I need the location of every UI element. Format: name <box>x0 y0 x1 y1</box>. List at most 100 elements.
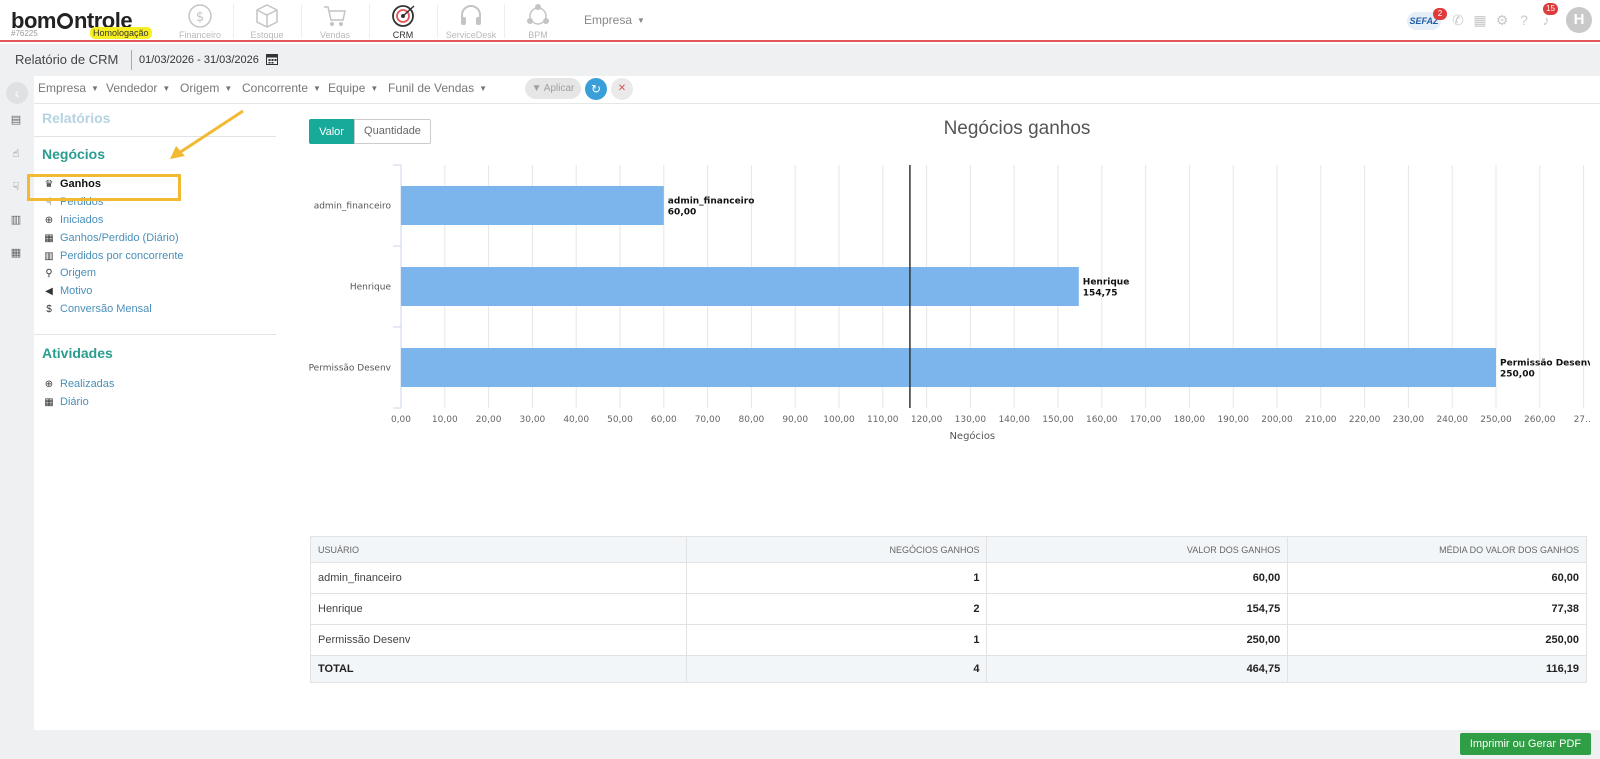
caret-down-icon: ▼ <box>162 84 171 93</box>
module-bpm[interactable]: BPM <box>505 3 571 40</box>
filter-origem[interactable]: Origem ▼ <box>180 81 232 95</box>
module-financeiro[interactable]: $ Financeiro <box>167 3 233 40</box>
menu-item-origem[interactable]: ⚲ Origem <box>42 267 96 283</box>
x-tick-label: 30,00 <box>520 415 546 425</box>
x-tick-label: 210,00 <box>1305 415 1337 425</box>
caret-down-icon: ▼ <box>370 84 379 93</box>
menu-item-label: Ganhos/Perdido (Diário) <box>60 232 179 244</box>
cell-media-do-valor: 250,00 <box>1287 624 1587 656</box>
menu-divider <box>34 334 276 335</box>
avatar[interactable]: H <box>1566 7 1592 33</box>
calendar-icon[interactable] <box>266 53 278 65</box>
data-label-value: 60,00 <box>668 208 696 218</box>
module-label: Financeiro <box>178 30 222 40</box>
module-label: BPM <box>528 30 548 40</box>
annotation-arrow-icon <box>170 109 244 159</box>
divider <box>131 50 132 70</box>
filter-vendedor[interactable]: Vendedor ▼ <box>106 81 170 95</box>
module-label: CRM <box>392 30 414 40</box>
menu-item-perdidos-por-concorrente[interactable]: ▥ Perdidos por concorrente <box>42 250 184 266</box>
data-label-name: Permissão Desenv <box>1500 359 1590 369</box>
table-total-row: TOTAL 4 464,75 116,19 <box>310 655 1587 683</box>
column-header-usuario[interactable]: USUÁRIO <box>310 536 687 563</box>
apply-filter-button[interactable]: ▼ Aplicar <box>525 78 581 99</box>
thumbs-down-icon[interactable]: ☟ <box>8 179 24 195</box>
reports-icon[interactable]: ▤ <box>8 112 24 128</box>
apply-label: Aplicar <box>543 83 575 94</box>
filter-equipe[interactable]: Equipe ▼ <box>328 81 378 95</box>
x-tick-label: 0,00 <box>391 415 411 425</box>
menu-item-realizadas[interactable]: ⊕ Realizadas <box>42 378 115 394</box>
calendar-icon: ▦ <box>44 233 54 244</box>
module-label: Vendas <box>319 30 351 40</box>
tab-quantidade[interactable]: Quantidade <box>354 119 431 144</box>
menu-title-relatorios[interactable]: Relatórios <box>42 110 110 126</box>
menu-item-iniciados[interactable]: ⊕ Iniciados <box>42 214 104 230</box>
report-header-bar: Relatório de CRM 01/03/2026 - 31/03/2026 <box>0 44 1600 76</box>
help-icon[interactable]: ? <box>1516 12 1532 28</box>
filter-label: Concorrente <box>242 81 309 95</box>
print-pdf-button[interactable]: Imprimir ou Gerar PDF <box>1460 733 1591 755</box>
gear-icon[interactable]: ⚙ <box>1494 12 1510 28</box>
cell-negocios-ganhos: 1 <box>685 624 988 656</box>
results-table: USUÁRIO NEGÓCIOS GANHOS VALOR DOS GANHOS… <box>310 536 1587 683</box>
cell-valor-dos-ganhos: 250,00 <box>986 624 1289 656</box>
footer-bar: Imprimir ou Gerar PDF <box>0 730 1600 759</box>
table-header-row: USUÁRIO NEGÓCIOS GANHOS VALOR DOS GANHOS… <box>310 536 1587 563</box>
x-tick-label: 27... <box>1574 415 1590 425</box>
filter-concorrente[interactable]: Concorrente ▼ <box>242 81 321 95</box>
filter-label: Origem <box>180 81 220 95</box>
caret-down-icon: ▼ <box>313 84 321 93</box>
date-range-picker[interactable]: 01/03/2026 - 31/03/2026 <box>139 54 259 66</box>
headset-icon <box>461 5 481 25</box>
x-tick-label: 10,00 <box>432 415 458 425</box>
back-icon[interactable]: ‹ <box>6 82 28 104</box>
menu-item-diario[interactable]: ▦ Diário <box>42 396 88 412</box>
data-label-name: Henrique <box>1083 278 1130 288</box>
x-tick-label: 140,00 <box>998 415 1030 425</box>
module-vendas[interactable]: Vendas <box>302 3 368 40</box>
cell-usuario: Permissão Desenv <box>310 624 687 656</box>
column-header-valor-dos-ganhos[interactable]: VALOR DOS GANHOS <box>986 536 1289 563</box>
x-tick-label: 240,00 <box>1436 415 1468 425</box>
menu-item-conversao-mensal[interactable]: $ Conversão Mensal <box>42 303 152 319</box>
module-estoque[interactable]: Estoque <box>234 3 300 40</box>
table-row: admin_financeiro 1 60,00 60,00 <box>310 562 1587 594</box>
x-tick-label: 130,00 <box>955 415 987 425</box>
bar <box>401 267 1079 306</box>
bpm-icon <box>527 4 549 25</box>
refresh-button[interactable]: ↻ <box>585 78 607 100</box>
thumbs-up-icon[interactable]: ☝ <box>8 146 24 162</box>
empresa-dropdown[interactable]: Empresa ▼ <box>584 13 645 27</box>
filter-label: Equipe <box>328 81 366 95</box>
column-header-negocios-ganhos[interactable]: NEGÓCIOS GANHOS <box>685 536 988 563</box>
category-label: admin_financeiro <box>314 202 392 212</box>
caret-down-icon: ▼ <box>224 84 233 93</box>
tab-valor[interactable]: Valor <box>309 119 354 144</box>
calendar-icon[interactable]: ▦ <box>8 245 24 261</box>
menu-item-ganhos-perdido-diario[interactable]: ▦ Ganhos/Perdido (Diário) <box>42 232 179 248</box>
filter-empresa[interactable]: Empresa ▼ <box>38 81 99 95</box>
menu-title-negocios: Negócios <box>42 146 106 162</box>
module-crm[interactable]: CRM <box>370 3 436 40</box>
data-label-name: admin_financeiro <box>668 197 755 207</box>
menu-item-motivo[interactable]: ◀ Motivo <box>42 285 92 301</box>
cell-media-do-valor: 60,00 <box>1287 562 1587 594</box>
whatsapp-icon[interactable]: ✆ <box>1450 12 1466 28</box>
menu-item-label: Iniciados <box>60 214 104 226</box>
trash-icon[interactable]: ▥ <box>8 212 24 228</box>
filter-funil-de-vendas[interactable]: Funil de Vendas ▼ <box>388 81 487 95</box>
menu-item-label: Perdidos por concorrente <box>60 250 184 262</box>
x-tick-label: 160,00 <box>1086 415 1118 425</box>
x-tick-label: 60,00 <box>651 415 677 425</box>
filter-bar: Empresa ▼ Vendedor ▼ Origem ▼ Concorrente ▼ … <box>34 76 1600 104</box>
building-icon: ▥ <box>44 251 54 262</box>
bar <box>401 348 1496 387</box>
x-tick-label: 150,00 <box>1042 415 1074 425</box>
clear-filter-button[interactable]: ✕ <box>611 78 633 100</box>
x-tick-label: 200,00 <box>1261 415 1293 425</box>
column-header-media-do-valor[interactable]: MÉDIA DO VALOR DOS GANHOS <box>1287 536 1587 563</box>
module-servicedesk[interactable]: ServiceDesk <box>438 3 504 40</box>
calendar-icon[interactable]: ▦ <box>1472 12 1488 28</box>
menu-item-label: Motivo <box>60 285 93 297</box>
